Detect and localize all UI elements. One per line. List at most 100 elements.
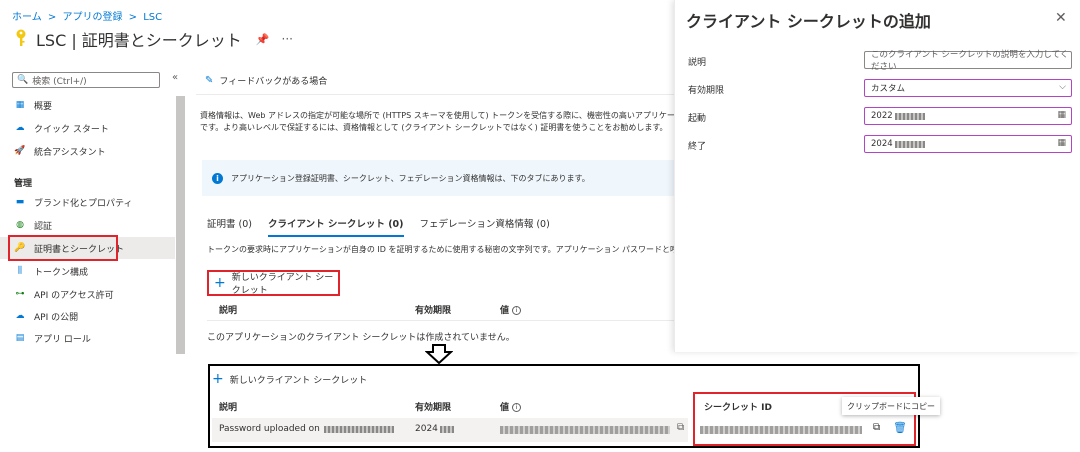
info-icon[interactable]: i [512, 306, 522, 315]
copy-icon[interactable]: ⧉ [677, 422, 684, 433]
sidebar-item-label: 統合アシスタント [34, 147, 106, 158]
pin-icon[interactable]: 📌 [256, 33, 270, 46]
branding-icon: ▬ [15, 197, 25, 207]
new-client-secret-button[interactable]: + 新しいクライアント シークレット [207, 270, 340, 296]
sidebar-item-quickstart[interactable]: ☁ クイック スタート [0, 117, 175, 139]
start-date-input[interactable]: 2022 ▦ [864, 107, 1072, 125]
tab-certificates[interactable]: 証明書 (0) [207, 216, 252, 237]
feedback-link[interactable]: ✎ フィードバックがある場合 [205, 74, 327, 87]
info-icon: i [212, 172, 223, 184]
divider [207, 320, 674, 321]
tab-description: トークンの要求時にアプリケーションが自身の ID を証明するために使用する秘密の… [207, 245, 674, 254]
app-role-icon: ▤ [15, 333, 25, 343]
calendar-icon[interactable]: ▦ [1057, 138, 1066, 148]
secret-expires: 2024 [415, 424, 454, 434]
expires-dropdown[interactable]: カスタム ⌵ [864, 79, 1072, 97]
redacted-text [894, 112, 925, 120]
sidebar-item-overview[interactable]: ▦ 概要 [0, 94, 175, 116]
chevron-down-icon: ⌵ [1059, 82, 1066, 92]
column-header-expires: 有効期限 [415, 403, 452, 413]
feedback-label: フィードバックがある場合 [219, 77, 328, 87]
end-value: 2024 [871, 139, 893, 149]
secret-id-redacted [700, 426, 862, 434]
calendar-icon[interactable]: ▦ [1057, 110, 1066, 120]
sidebar-item-branding[interactable]: ▬ ブランド化とプロパティ [0, 191, 175, 213]
secret-description: Password uploaded on [219, 424, 394, 434]
sidebar-item-app-roles[interactable]: ▤ アプリ ロール [0, 327, 175, 349]
breadcrumb-separator: > [47, 12, 57, 23]
column-header-value: 値i [500, 303, 522, 316]
button-label: 新しいクライアント シークレット [229, 375, 368, 386]
page-header: LSC | 証明書とシークレット 📌 ··· [14, 26, 293, 52]
sidebar-item-label: トークン構成 [34, 267, 89, 278]
sidebar-item-authentication[interactable]: ◍ 認証 [0, 214, 175, 236]
description-input[interactable]: このクライアント シークレットの説明を入力してください [864, 50, 1072, 72]
info-text: アプリケーション登録証明書、シークレット、フェデレーション資格情報は、下のタブに… [231, 173, 590, 183]
highlight-box [8, 235, 118, 261]
token-icon: ⫼ [17, 266, 23, 276]
empty-state-message: このアプリケーションのクライアント シークレットは作成されていません。 [207, 333, 515, 343]
search-placeholder: 検索 (Ctrl+/) [32, 76, 87, 87]
sidebar-item-label: クイック スタート [34, 124, 109, 135]
column-header-description: 説明 [219, 306, 238, 316]
sidebar-item-integration-assistant[interactable]: 🚀 統合アシスタント [0, 140, 175, 162]
rocket-icon: 🚀 [14, 146, 26, 156]
end-label: 終了 [688, 142, 707, 152]
secret-value-redacted [500, 426, 670, 434]
tab-bar: 証明書 (0) クライアント シークレット (0) フェデレーション資格情報 (… [207, 216, 566, 237]
sidebar-item-expose-api[interactable]: ☁ API の公開 [0, 305, 175, 327]
api-permission-icon: ⊶ [15, 289, 25, 299]
new-client-secret-button[interactable]: + 新しいクライアント シークレット [212, 372, 367, 386]
end-date-input[interactable]: 2024 ▦ [864, 135, 1072, 153]
button-label: 新しいクライアント シークレット [231, 273, 334, 296]
sidebar-scrollbar[interactable] [176, 96, 185, 354]
auth-icon: ◍ [16, 220, 24, 230]
sidebar-item-api-permissions[interactable]: ⊶ API のアクセス許可 [0, 283, 175, 305]
expires-label: 有効期限 [688, 86, 725, 96]
plus-icon: + [214, 275, 226, 291]
description-line: です。より高いレベルで保証するには、資格情報として (クライアント シークレット… [200, 123, 668, 132]
description-label: 説明 [688, 58, 707, 68]
delete-icon[interactable]: 🗑 [893, 421, 907, 434]
secret-expires-text: 2024 [415, 424, 438, 434]
cloud-icon: ☁ [15, 123, 25, 133]
sidebar-item-label: 認証 [34, 221, 53, 232]
collapse-sidebar-icon[interactable]: « [172, 72, 178, 83]
grid-icon: ▦ [15, 100, 25, 110]
breadcrumb-lsc[interactable]: LSC [143, 12, 162, 23]
redacted-text [894, 140, 925, 148]
breadcrumb-separator: > [128, 12, 138, 23]
breadcrumb-home[interactable]: ホーム [12, 12, 42, 23]
tab-federated-credentials[interactable]: フェデレーション資格情報 (0) [420, 216, 550, 237]
search-icon: 🔍 [17, 75, 29, 85]
breadcrumb-app-registrations[interactable]: アプリの登録 [62, 12, 122, 23]
column-header-value: 値i [500, 400, 522, 413]
sidebar-item-label: API の公開 [34, 312, 79, 323]
tab-client-secrets[interactable]: クライアント シークレット (0) [267, 216, 404, 237]
sidebar-item-label: アプリ ロール [34, 334, 91, 345]
redacted-text [323, 425, 394, 433]
page-title: LSC | 証明書とシークレット [36, 31, 242, 50]
plus-icon: + [212, 371, 224, 387]
description-line: 資格情報は、Web アドレスの指定が可能な場所で (HTTPS スキーマを使用し… [200, 111, 674, 120]
cloud-api-icon: ☁ [15, 311, 25, 321]
start-value: 2022 [871, 111, 893, 121]
column-header-label: 値 [500, 306, 510, 316]
expires-value: カスタム [871, 84, 906, 94]
copy-icon[interactable]: ⧉ [873, 422, 880, 433]
key-icon [14, 29, 28, 50]
column-header-description: 説明 [219, 403, 238, 413]
sidebar-search-input[interactable]: 🔍 検索 (Ctrl+/) [12, 72, 160, 88]
breadcrumb: ホーム > アプリの登録 > LSC [12, 8, 165, 23]
more-icon[interactable]: ··· [282, 32, 293, 46]
sidebar-item-label: 概要 [34, 101, 53, 112]
redacted-text [439, 425, 454, 433]
column-header-expires: 有効期限 [415, 306, 452, 316]
info-banner: i アプリケーション登録証明書、シークレット、フェデレーション資格情報は、下のタ… [202, 160, 674, 196]
sidebar-item-label: ブランド化とプロパティ [34, 198, 133, 209]
description-placeholder: このクライアント シークレットの説明を入力してください [871, 50, 1069, 72]
info-icon[interactable]: i [512, 403, 522, 412]
column-header-secret-id: シークレット ID [704, 403, 772, 413]
close-icon[interactable]: ✕ [1055, 10, 1067, 26]
sidebar-item-token-config[interactable]: ⫼ トークン構成 [0, 260, 175, 282]
